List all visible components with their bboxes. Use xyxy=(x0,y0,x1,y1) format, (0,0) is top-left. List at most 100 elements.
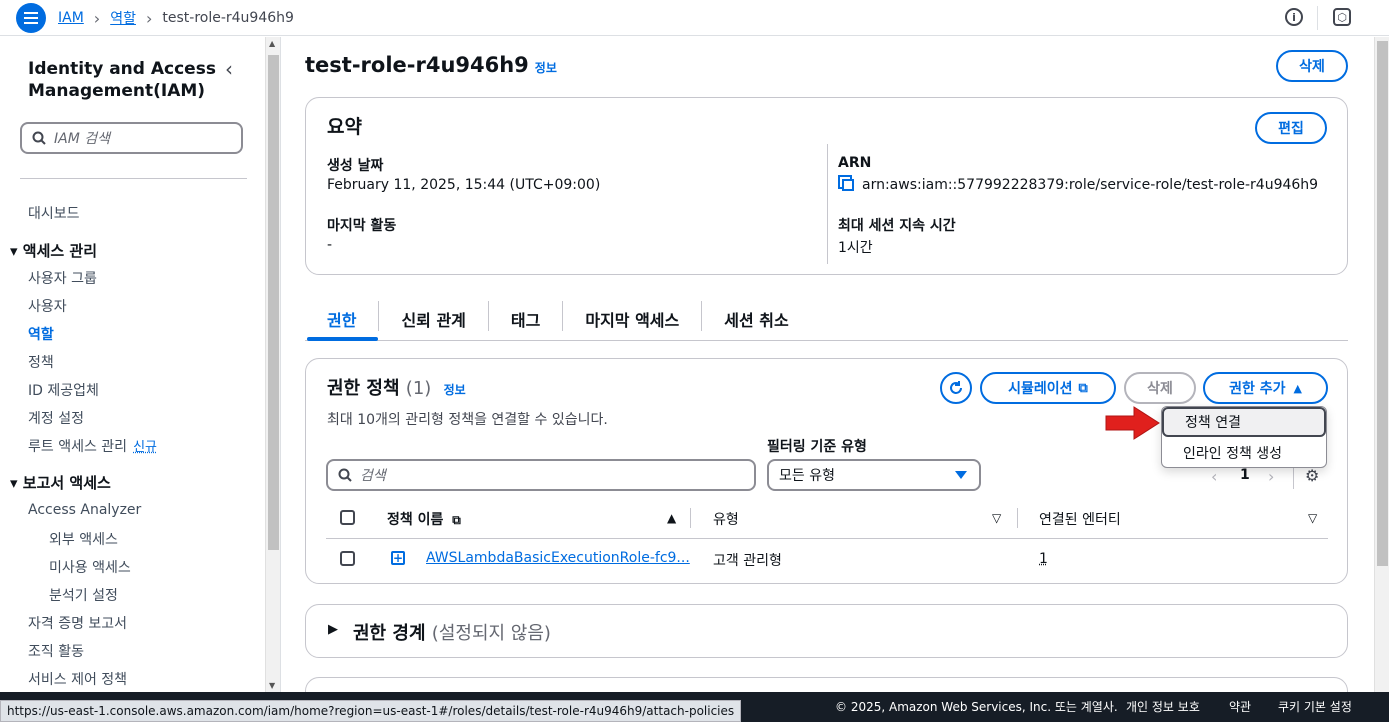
expand-icon[interactable]: + xyxy=(391,551,405,565)
sort-icon[interactable]: ▽ xyxy=(992,511,1001,525)
sidebar-item-user-groups[interactable]: 사용자 그룹 xyxy=(28,268,97,288)
info-icon[interactable]: i xyxy=(1285,8,1303,26)
sidebar-item-policies[interactable]: 정책 xyxy=(28,352,54,372)
sidebar-item-access-analyzer[interactable]: Access Analyzer xyxy=(28,502,141,518)
boundary-title-text: 권한 경계 xyxy=(353,623,426,644)
filter-type-select[interactable]: 모든 유형 xyxy=(767,459,981,491)
menu-icon[interactable] xyxy=(16,3,46,33)
next-page-icon[interactable]: › xyxy=(1268,467,1274,486)
col-policy-name[interactable]: 정책 이름 ⧉ xyxy=(387,509,461,529)
select-all-checkbox[interactable] xyxy=(340,510,355,525)
prev-page-icon[interactable]: ‹ xyxy=(1211,467,1217,486)
new-badge[interactable]: 신규 xyxy=(133,440,157,455)
sidebar: Identity and Access Management(IAM) ‹ IA… xyxy=(0,37,265,692)
copy-icon[interactable] xyxy=(842,179,854,191)
delete-role-button[interactable]: 삭제 xyxy=(1276,50,1348,82)
sidebar-item-scp[interactable]: 서비스 제어 정책 xyxy=(28,669,127,689)
caret-down-icon: ▾ xyxy=(10,474,23,492)
col-attached-entities[interactable]: 연결된 엔터티 xyxy=(1039,509,1121,529)
policy-search-input[interactable]: 검색 xyxy=(326,459,756,491)
add-permissions-label: 권한 추가 xyxy=(1229,381,1286,397)
sidebar-item-analyzer-settings[interactable]: 분석기 설정 xyxy=(49,585,118,605)
collapse-icon[interactable]: ‹ xyxy=(225,57,233,81)
entities-count[interactable]: 1 xyxy=(1039,551,1048,567)
sidebar-item-org-activity[interactable]: 조직 활동 xyxy=(28,641,84,661)
add-permissions-menu: 정책 연결 인라인 정책 생성 xyxy=(1161,406,1327,468)
scrollbar-thumb[interactable] xyxy=(268,55,279,550)
sidebar-section-reports[interactable]: ▾ 보고서 액세스 xyxy=(10,472,111,493)
sidebar-search-input[interactable]: IAM 검색 xyxy=(20,122,243,154)
last-activity-label: 마지막 활동 xyxy=(327,218,397,234)
arn-value: arn:aws:iam::577992228379:role/service-r… xyxy=(862,177,1319,193)
scroll-down-icon[interactable]: ▼ xyxy=(269,681,275,690)
main-content: test-role-r4u946h9 정보 삭제 요약 편집 생성 날짜 Febr… xyxy=(281,37,1374,692)
filter-type-value: 모든 유형 xyxy=(779,468,835,484)
sort-icon[interactable]: ▽ xyxy=(1308,511,1317,525)
page-title: test-role-r4u946h9 정보 xyxy=(305,53,557,77)
sidebar-scrollbar[interactable]: ▲ ▼ xyxy=(265,37,280,692)
row-checkbox[interactable] xyxy=(340,551,355,566)
add-permissions-button[interactable]: 권한 추가 ▲ xyxy=(1203,372,1328,404)
tab-rule xyxy=(305,340,1348,341)
page-number[interactable]: 1 xyxy=(1240,467,1250,483)
sidebar-item-identity-providers[interactable]: ID 제공업체 xyxy=(28,380,99,400)
boundary-card[interactable]: ▶ 권한 경계 (설정되지 않음) xyxy=(305,604,1348,658)
sidebar-item-external-access[interactable]: 외부 액세스 xyxy=(49,529,118,549)
tab-trust-relationships[interactable]: 신뢰 관계 xyxy=(379,301,489,331)
sidebar-item-unused-access[interactable]: 미사용 액세스 xyxy=(49,557,131,577)
sidebar-item-account-settings[interactable]: 계정 설정 xyxy=(28,408,84,428)
simulate-button[interactable]: 시뮬레이션 ⧉ xyxy=(980,372,1116,404)
menu-item-attach-policy[interactable]: 정책 연결 xyxy=(1162,407,1326,437)
edit-button[interactable]: 편집 xyxy=(1255,112,1327,144)
tab-last-accessed[interactable]: 마지막 액세스 xyxy=(563,301,703,331)
col-type[interactable]: 유형 xyxy=(713,509,739,529)
sidebar-item-dashboard[interactable]: 대시보드 xyxy=(28,203,80,223)
breadcrumb: IAM › 역할 › test-role-r4u946h9 xyxy=(58,8,294,28)
active-tab-indicator xyxy=(307,337,378,341)
caret-up-icon: ▲ xyxy=(1293,381,1302,395)
main-scrollbar[interactable] xyxy=(1374,37,1389,692)
created-label: 생성 날짜 xyxy=(327,158,384,174)
footer-privacy-link[interactable]: 개인 정보 보호 xyxy=(1126,698,1200,715)
permissions-count: (1) xyxy=(405,378,432,399)
col-policy-name-label: 정책 이름 xyxy=(387,512,444,528)
settings-icon[interactable]: ⬡ xyxy=(1333,8,1351,26)
refresh-button[interactable] xyxy=(940,372,972,404)
tab-permissions[interactable]: 권한 xyxy=(305,301,380,331)
info-link[interactable]: 정보 xyxy=(535,61,557,75)
tab-tags[interactable]: 태그 xyxy=(489,301,564,331)
created-value: February 11, 2025, 15:44 (UTC+09:00) xyxy=(327,177,601,193)
menu-item-create-inline-policy[interactable]: 인라인 정책 생성 xyxy=(1162,438,1326,468)
max-session-label: 최대 세션 지속 시간 xyxy=(838,218,956,234)
divider xyxy=(827,144,828,264)
caret-down-icon: ▾ xyxy=(10,242,23,260)
breadcrumb-iam[interactable]: IAM xyxy=(58,10,84,26)
breadcrumb-roles[interactable]: 역할 xyxy=(110,8,136,28)
chevron-right-icon: › xyxy=(145,8,153,28)
sort-asc-icon[interactable]: ▲ xyxy=(667,511,676,525)
gear-icon[interactable]: ⚙ xyxy=(1305,466,1319,485)
delete-policy-button[interactable]: 삭제 xyxy=(1124,372,1196,404)
sidebar-item-root-access-label: 루트 액세스 관리 xyxy=(28,439,128,455)
max-session-value: 1시간 xyxy=(838,240,873,256)
scrollbar-thumb[interactable] xyxy=(1377,41,1388,566)
boundary-title: 권한 경계 (설정되지 않음) xyxy=(353,619,551,645)
sidebar-section-access[interactable]: ▾ 액세스 관리 xyxy=(10,240,97,261)
sidebar-section-access-label: 액세스 관리 xyxy=(22,242,97,260)
scroll-up-icon[interactable]: ▲ xyxy=(269,39,275,48)
summary-title: 요약 xyxy=(327,116,362,138)
external-link-icon: ⧉ xyxy=(1078,380,1088,396)
policy-name-link[interactable]: AWSLambdaBasicExecutionRole-fc9... xyxy=(426,550,690,566)
tab-revoke-sessions[interactable]: 세션 취소 xyxy=(702,301,810,331)
boundary-status: (설정되지 않음) xyxy=(431,623,551,644)
sidebar-item-credential-report[interactable]: 자격 증명 보고서 xyxy=(28,613,127,633)
footer-cookies-link[interactable]: 쿠키 기본 설정 xyxy=(1278,698,1352,715)
breadcrumb-current: test-role-r4u946h9 xyxy=(162,10,294,26)
sidebar-item-users[interactable]: 사용자 xyxy=(28,296,67,316)
sidebar-title: Identity and Access Management(IAM) xyxy=(28,59,216,101)
footer-terms-link[interactable]: 약관 xyxy=(1229,698,1251,715)
chevron-right-icon: › xyxy=(93,8,101,28)
sidebar-item-root-access[interactable]: 루트 액세스 관리 신규 xyxy=(28,436,157,456)
sidebar-item-roles[interactable]: 역할 xyxy=(28,324,54,344)
permissions-info-link[interactable]: 정보 xyxy=(444,383,466,397)
